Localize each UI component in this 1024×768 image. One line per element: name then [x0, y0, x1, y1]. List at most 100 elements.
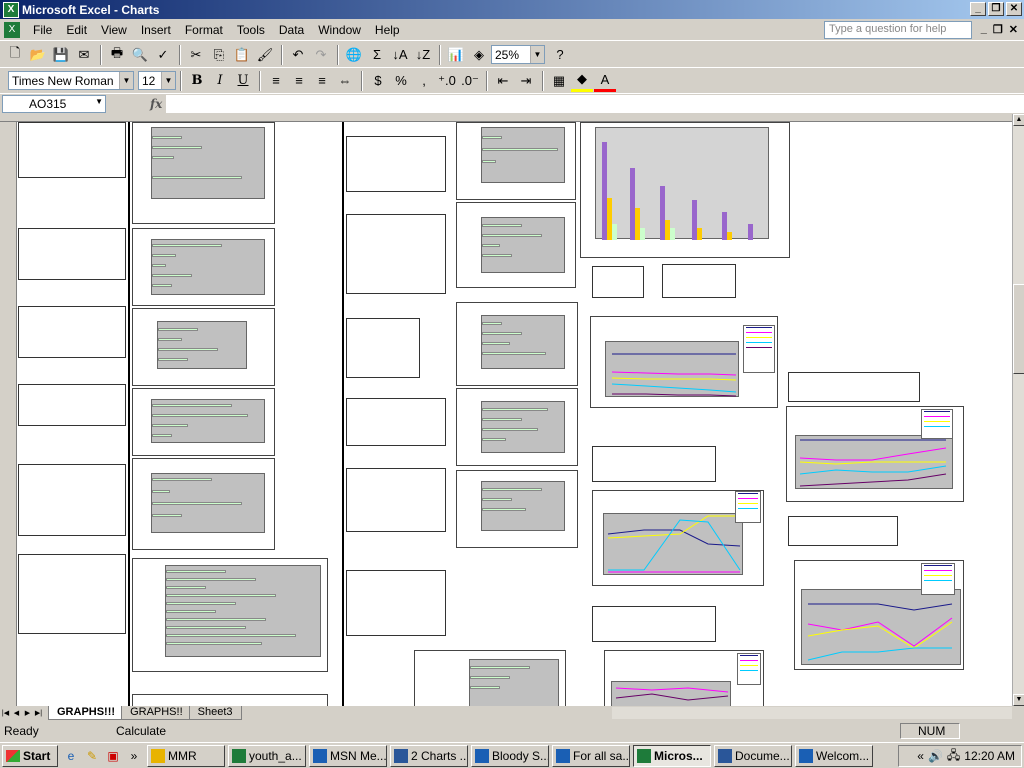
- decrease-indent-icon[interactable]: ⇤: [492, 70, 514, 92]
- bar-chart[interactable]: [132, 122, 275, 224]
- percent-icon[interactable]: %: [390, 70, 412, 92]
- cut-icon[interactable]: ✂: [185, 44, 207, 66]
- row-headers[interactable]: [0, 122, 17, 706]
- borders-icon[interactable]: ▦: [548, 70, 570, 92]
- pencil-icon[interactable]: ✎: [83, 747, 101, 765]
- taskbar-button[interactable]: Bloody S...: [471, 744, 549, 767]
- media-icon[interactable]: ▣: [104, 747, 122, 765]
- scroll-down-icon[interactable]: ▼: [1013, 694, 1024, 706]
- bar-chart[interactable]: [414, 650, 566, 706]
- menu-window[interactable]: Window: [311, 23, 368, 37]
- menu-data[interactable]: Data: [272, 23, 311, 37]
- doc-restore-button[interactable]: ❐: [993, 23, 1003, 36]
- taskbar-button[interactable]: For all sa...: [552, 744, 630, 767]
- bar-chart[interactable]: [456, 470, 578, 548]
- worksheet-grid[interactable]: [0, 114, 1012, 706]
- data-table[interactable]: [18, 554, 126, 634]
- doc-close-button[interactable]: ✕: [1009, 23, 1018, 36]
- horizontal-scrollbar[interactable]: [612, 707, 1012, 719]
- line-chart[interactable]: [604, 650, 764, 706]
- menu-format[interactable]: Format: [178, 23, 230, 37]
- comma-icon[interactable]: ,: [413, 70, 435, 92]
- fill-color-icon[interactable]: ◆: [571, 70, 593, 92]
- underline-icon[interactable]: U: [232, 70, 254, 92]
- chevron-down-icon[interactable]: ▼: [161, 72, 175, 89]
- restore-button[interactable]: ❐: [988, 2, 1004, 16]
- bar-chart[interactable]: [132, 694, 328, 706]
- data-table[interactable]: [788, 516, 898, 546]
- bar-chart[interactable]: [132, 558, 328, 672]
- hyperlink-icon[interactable]: 🌐: [343, 44, 365, 66]
- sort-ascending-icon[interactable]: ↓A: [389, 44, 411, 66]
- speaker-icon[interactable]: 🔊: [928, 749, 943, 763]
- minimize-button[interactable]: _: [970, 2, 986, 16]
- undo-icon[interactable]: ↶: [287, 44, 309, 66]
- font-select[interactable]: Times New Roman ▼: [8, 71, 134, 90]
- menu-insert[interactable]: Insert: [134, 23, 178, 37]
- data-table[interactable]: [592, 266, 644, 298]
- increase-indent-icon[interactable]: ⇥: [515, 70, 537, 92]
- column-headers[interactable]: [0, 114, 1012, 122]
- clock[interactable]: 12:20 AM: [964, 749, 1015, 763]
- data-table[interactable]: [788, 372, 920, 402]
- bold-icon[interactable]: B: [186, 70, 208, 92]
- taskbar-button[interactable]: MSN Me...: [309, 744, 387, 767]
- prev-sheet-icon[interactable]: ◀: [11, 709, 22, 717]
- data-table[interactable]: [346, 468, 446, 532]
- autosum-icon[interactable]: Σ: [366, 44, 388, 66]
- menu-view[interactable]: View: [94, 23, 134, 37]
- data-table[interactable]: [346, 136, 446, 192]
- excel-app-icon[interactable]: X: [3, 1, 19, 18]
- scroll-up-icon[interactable]: ▲: [1013, 114, 1024, 126]
- data-table[interactable]: [18, 306, 126, 358]
- data-table[interactable]: [18, 122, 126, 178]
- bar-chart[interactable]: [132, 228, 275, 306]
- taskbar-button[interactable]: Welcom...: [795, 744, 873, 767]
- format-painter-icon[interactable]: 🖌: [254, 44, 276, 66]
- taskbar-button[interactable]: 2 Charts ...: [390, 744, 468, 767]
- scroll-thumb[interactable]: [1013, 284, 1024, 374]
- save-icon[interactable]: 💾: [50, 44, 72, 66]
- taskbar-button[interactable]: MMR: [147, 744, 225, 767]
- line-chart[interactable]: [786, 406, 964, 502]
- column-chart[interactable]: [580, 122, 790, 258]
- taskbar-button[interactable]: youth_a...: [228, 744, 306, 767]
- bar-chart[interactable]: [456, 302, 578, 386]
- more-icon[interactable]: »: [125, 747, 143, 765]
- sheet-tab-graphs-3[interactable]: GRAPHS!!!: [48, 706, 125, 720]
- bar-chart[interactable]: [456, 122, 576, 200]
- help-search-input[interactable]: Type a question for help: [824, 21, 972, 39]
- next-sheet-icon[interactable]: ▶: [22, 709, 33, 717]
- currency-icon[interactable]: $: [367, 70, 389, 92]
- sheet-tab-graphs-2[interactable]: GRAPHS!!: [121, 706, 192, 720]
- align-left-icon[interactable]: ≡: [265, 70, 287, 92]
- help-icon[interactable]: ?: [549, 44, 571, 66]
- menu-edit[interactable]: Edit: [59, 23, 94, 37]
- bar-chart[interactable]: [132, 388, 275, 456]
- ie-icon[interactable]: e: [62, 747, 80, 765]
- bar-chart[interactable]: [132, 308, 275, 386]
- redo-icon[interactable]: ↷: [310, 44, 332, 66]
- taskbar-button[interactable]: Micros...: [633, 744, 711, 767]
- data-table[interactable]: [346, 570, 446, 636]
- data-table[interactable]: [18, 464, 126, 536]
- font-color-icon[interactable]: A: [594, 70, 616, 92]
- line-chart[interactable]: [592, 490, 764, 586]
- print-preview-icon[interactable]: 🔍: [129, 44, 151, 66]
- doc-minimize-button[interactable]: _: [981, 23, 987, 36]
- decrease-decimal-icon[interactable]: .0⁻: [459, 70, 481, 92]
- data-table[interactable]: [592, 606, 716, 642]
- menu-tools[interactable]: Tools: [230, 23, 272, 37]
- data-table[interactable]: [346, 214, 446, 294]
- workbook-icon[interactable]: X: [4, 21, 20, 38]
- italic-icon[interactable]: I: [209, 70, 231, 92]
- align-center-icon[interactable]: ≡: [288, 70, 310, 92]
- drawing-icon[interactable]: ◈: [468, 44, 490, 66]
- new-icon[interactable]: 🗋: [4, 44, 26, 66]
- increase-decimal-icon[interactable]: ⁺.0: [436, 70, 458, 92]
- menu-help[interactable]: Help: [368, 23, 407, 37]
- vertical-scrollbar[interactable]: ▲ ▼: [1012, 114, 1024, 706]
- taskbar-button[interactable]: Docume...: [714, 744, 792, 767]
- permission-icon[interactable]: ✉: [73, 44, 95, 66]
- font-size-select[interactable]: 12 ▼: [138, 71, 176, 90]
